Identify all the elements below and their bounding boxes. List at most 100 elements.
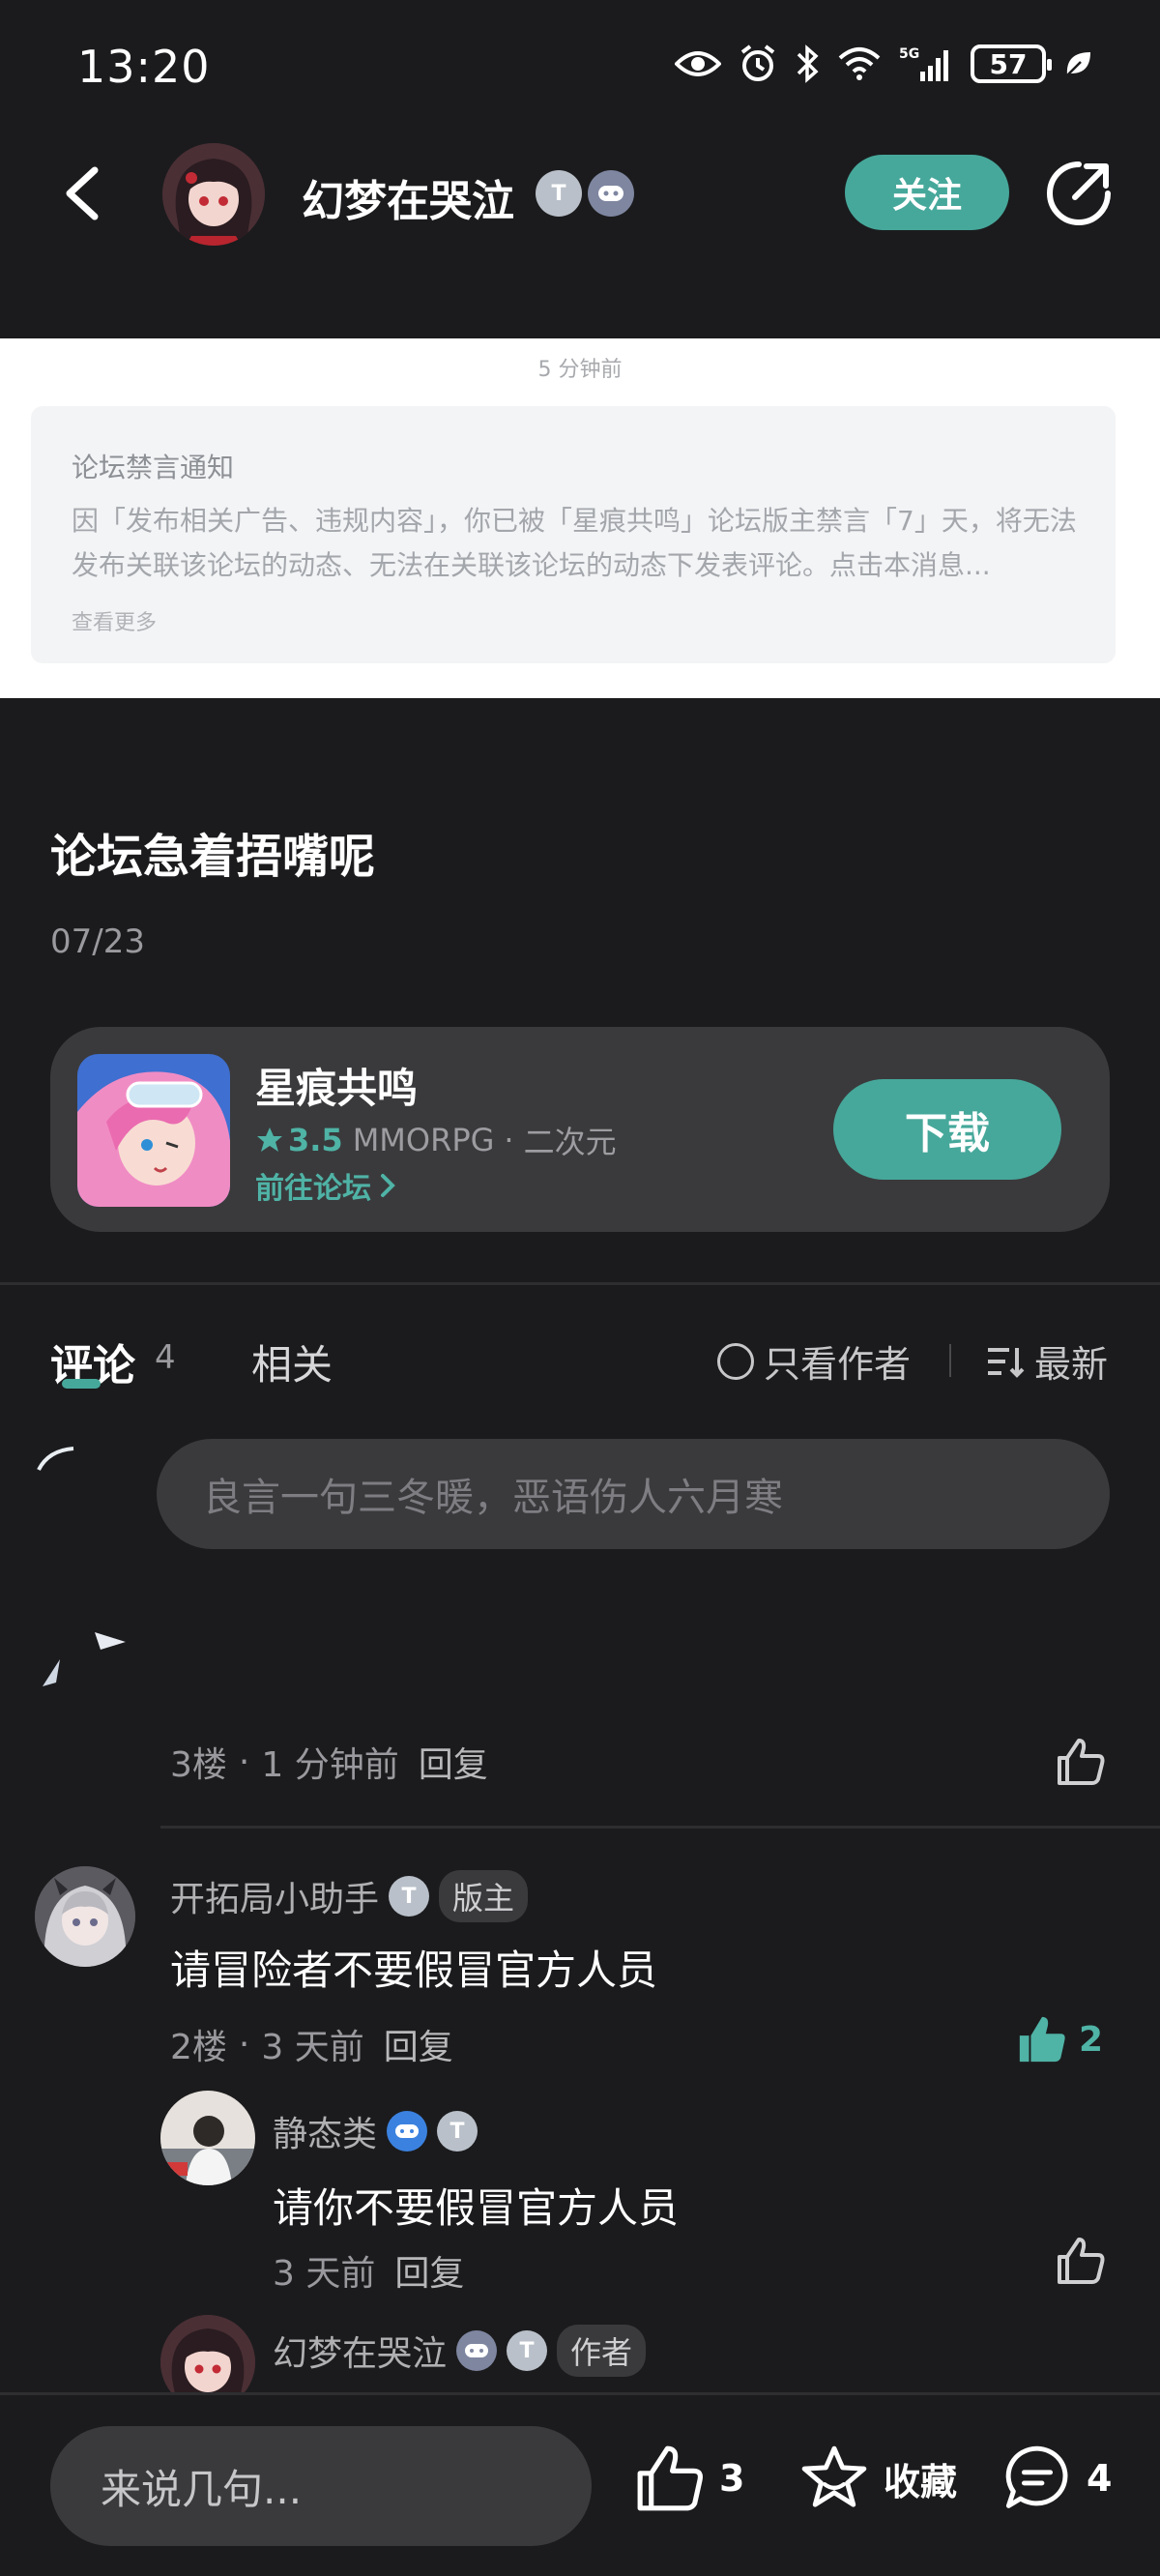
star-icon [257, 1127, 282, 1152]
tab-related[interactable]: 相关 [251, 1332, 333, 1391]
back-icon[interactable] [56, 162, 114, 224]
download-button[interactable]: 下载 [833, 1079, 1061, 1180]
game-card[interactable]: 星痕共鸣 3.5 MMORPG · 二次元 前往论坛 下载 [50, 1027, 1110, 1232]
sort-button[interactable]: 最新 [986, 1334, 1108, 1388]
author-only-label: 只看作者 [764, 1343, 912, 1386]
reply-time: 3 天前 [273, 2254, 376, 2294]
game-genre: MMORPG [352, 1122, 495, 1158]
divider [949, 1344, 951, 1377]
tab-comments-count: 4 [155, 1338, 176, 1377]
eye-icon [675, 51, 721, 76]
share-icon[interactable] [1044, 159, 1114, 228]
thumbs-up-icon [637, 2445, 703, 2511]
alarm-icon [740, 44, 775, 81]
game-icon[interactable] [77, 1054, 230, 1207]
gamepad-badge-icon [456, 2330, 498, 2371]
status-bar: 13:20 5G 57 [0, 0, 1160, 135]
tab-active-indicator [62, 1379, 101, 1389]
notice-time: 5 分钟前 [537, 358, 623, 382]
thumbs-up-icon[interactable] [1054, 2234, 1108, 2288]
reply-author[interactable]: 幻梦在哭泣 T 作者 [273, 2325, 647, 2377]
game-meta: 3.5 MMORPG · 二次元 [255, 1118, 617, 1162]
favorite-label: 收藏 [884, 2460, 958, 2503]
moderator-tag: 版主 [439, 1870, 529, 1922]
wifi-icon [838, 47, 881, 80]
svg-text:5G: 5G [899, 46, 919, 62]
chat-bubble-icon [1005, 2445, 1068, 2508]
level-badge-icon: T [536, 170, 582, 217]
comment-time: 3 天前 [261, 2028, 364, 2067]
gamepad-badge-icon [588, 170, 634, 217]
user-badges: T [536, 170, 634, 217]
comment-author-name: 开拓局小助手 [170, 1880, 380, 1919]
level-badge-icon: T [437, 2111, 478, 2152]
my-avatar [37, 1447, 74, 1471]
game-style: 二次元 [523, 1124, 617, 1160]
game-meta-dot: · [504, 1122, 514, 1158]
comment-time: 1 分钟前 [261, 1745, 399, 1785]
reply-button[interactable]: 回复 [419, 1737, 488, 1787]
comment-input[interactable]: 良言一句三冬暖，恶语伤人六月寒 [157, 1439, 1110, 1549]
like-button-active[interactable]: 2 [1015, 2013, 1103, 2065]
reply-button[interactable]: 回复 [394, 2245, 464, 2296]
status-icons: 5G 57 [675, 44, 1092, 83]
bottom-action-bar: 来说几句... 3 收藏 4 [0, 2392, 1160, 2576]
status-time: 13:20 [77, 41, 211, 93]
meta-dot: · [238, 2024, 250, 2064]
level-badge-icon: T [507, 2330, 548, 2371]
radio-icon [717, 1342, 754, 1380]
cellular-signal-icon: 5G [899, 46, 948, 81]
forum-link-label: 前往论坛 [255, 1172, 371, 1206]
floor-number: 2楼 [170, 2028, 227, 2067]
comments-button[interactable]: 4 [1001, 2444, 1112, 2513]
sort-label: 最新 [1034, 1343, 1109, 1386]
comment-count: 4 [1087, 2457, 1113, 2500]
header-username[interactable]: 幻梦在哭泣 [302, 166, 514, 228]
game-name[interactable]: 星痕共鸣 [255, 1056, 418, 1115]
floor-number: 3楼 [170, 1745, 227, 1785]
comment-author[interactable]: 开拓局小助手 T 版主 [170, 1870, 529, 1922]
like-count: 2 [1079, 2019, 1104, 2060]
comment-text: 请冒险者不要假冒官方人员 [170, 1947, 658, 1994]
avatar[interactable] [162, 143, 265, 246]
game-rating-value: 3.5 [288, 1122, 343, 1158]
comment-meta: 2楼 · 3 天前 回复 [170, 2019, 453, 2069]
like-post-button[interactable]: 3 [634, 2444, 744, 2513]
notice-more-link[interactable]: 查看更多 [72, 605, 157, 636]
level-badge-icon: T [389, 1876, 430, 1917]
reply-meta: 3 天前 回复 [273, 2245, 464, 2296]
chevron-right-icon [381, 1174, 395, 1197]
notice-body: 因「发布相关广告、违规内容」，你已被「星痕共鸣」论坛版主禁言「7」天，将无法发布… [72, 505, 1077, 581]
post-like-count: 3 [719, 2457, 745, 2500]
avatar [43, 1632, 126, 1686]
notification-card[interactable]: 5 分钟前 论坛禁言通知 因「发布相关广告、违规内容」，你已被「星痕共鸣」论坛版… [0, 338, 1160, 698]
post-date: 07/23 [50, 922, 145, 961]
top-navigation: 幻梦在哭泣 T 关注 [0, 135, 1160, 251]
post-detail-screen: 13:20 5G 57 幻梦在哭泣 T 关注 5 分钟前 论坛禁言通知 因「发布… [0, 0, 1160, 2576]
sort-icon [988, 1347, 1025, 1378]
favorite-button[interactable]: 收藏 [798, 2444, 957, 2513]
gamepad-badge-icon [387, 2111, 428, 2152]
post-title: 论坛急着捂嘴呢 [50, 830, 376, 884]
bottom-comment-input[interactable]: 来说几句... [50, 2426, 592, 2546]
meta-dot: · [238, 1742, 250, 1782]
battery-indicator: 57 [971, 44, 1052, 83]
avatar[interactable] [35, 1866, 135, 1967]
author-tag: 作者 [557, 2325, 647, 2377]
avatar[interactable] [160, 2091, 255, 2185]
thumbs-up-icon[interactable] [1054, 1735, 1108, 1789]
bluetooth-icon [797, 44, 819, 83]
star-outline-icon [801, 2445, 867, 2507]
reply-button[interactable]: 回复 [384, 2019, 453, 2069]
author-only-toggle[interactable]: 只看作者 [717, 1334, 911, 1388]
reply-text: 请你不要假冒官方人员 [273, 2184, 680, 2232]
follow-button[interactable]: 关注 [845, 155, 1009, 230]
reply-author[interactable]: 静态类 T [273, 2106, 478, 2156]
ban-notice[interactable]: 论坛禁言通知 因「发布相关广告、违规内容」，你已被「星痕共鸣」论坛版主禁言「7」… [31, 406, 1116, 663]
forum-link[interactable]: 前往论坛 [255, 1164, 396, 1207]
floor3-meta: 3楼 · 1 分钟前 回复 [170, 1737, 488, 1787]
game-rating: 3.5 [255, 1122, 343, 1158]
thumbs-up-filled-icon [1019, 2016, 1065, 2063]
divider [0, 1282, 1160, 1285]
divider [160, 1826, 1160, 1829]
